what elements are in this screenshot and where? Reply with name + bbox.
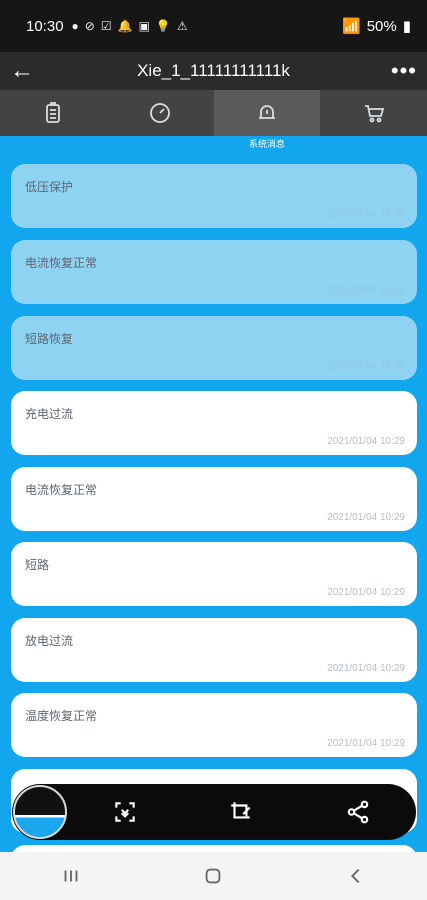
message-card[interactable]: 短路 2021/01/04 10:29 [11,542,417,606]
recent-apps-button[interactable] [41,856,101,896]
tab-active-label: 系统消息 [248,139,285,149]
recent-apps-icon [64,870,78,882]
share-icon [347,800,369,824]
message-time: 2021/01/04 10:29 [327,512,405,523]
message-title: 低压保护 [25,180,74,194]
tab-battery[interactable] [0,90,107,136]
message-time: 2021/01/04 10:30 [327,285,405,296]
status-bar: 10:30 ● ⊘ ☑ 🔔 ▣ 💡 ⚠ 📶 50% ▮ [0,0,427,52]
alarm-bell-icon [258,105,275,119]
message-time: 2021/01/04 10:30 [327,209,405,220]
tab-dashboard[interactable] [107,90,214,136]
screenshot-toolbar [12,784,416,840]
battery-tab-icon [46,102,61,123]
battery-icon: ▮ [402,18,411,35]
system-nav-bar [0,852,427,900]
message-time: 2021/01/04 10:29 [327,663,405,674]
message-title: 温度恢复正常 [25,709,98,723]
more-icon[interactable]: ••• [383,58,417,84]
blocked-icon: ⊘ [84,19,95,33]
screenshot-thumbnail[interactable] [13,785,67,839]
checkbox-icon: ☑ [100,19,112,33]
message-card[interactable]: 充电过流 2021/01/04 10:29 [11,391,417,455]
gauge-icon [150,103,171,123]
message-title: 充电过流 [25,407,74,421]
battery-percent: 50% [366,17,397,35]
message-card[interactable]: 电流恢复正常 2021/01/04 10:29 [11,467,417,531]
back-icon[interactable]: ← [10,57,44,85]
share-button[interactable] [300,799,416,825]
message-title: 短路 [25,558,50,572]
tab-system-messages[interactable] [213,90,321,136]
home-icon [206,868,221,884]
status-right: 📶 50% ▮ [342,17,411,36]
app-bar: ← Xie_1_11111111111k ••• [0,52,427,90]
status-time: 10:30 [26,17,64,35]
back-nav-icon [350,868,360,884]
message-time: 2021/01/04 10:29 [327,436,405,447]
crop-edit-icon [231,802,251,819]
message-title: 短路恢复 [25,332,74,346]
scroll-capture-icon [115,802,135,822]
cart-icon [364,105,384,123]
message-title: 放电过流 [25,634,74,648]
crop-edit-button[interactable] [183,799,299,825]
notification-icons: ● ⊘ ☑ 🔔 ▣ 💡 ⚠ [72,19,188,33]
message-list: 低压保护 2021/01/04 10:30 电流恢复正常 2021/01/04 … [0,151,427,852]
tab-bar [0,90,427,136]
message-time: 2021/01/04 10:29 [327,738,405,749]
tab-cart[interactable] [320,90,427,136]
bulb-icon: 💡 [155,19,171,33]
message-card[interactable]: 短路恢复 2021/01/04 10:30 [11,316,417,380]
message-card-partial[interactable] [11,845,417,852]
message-card[interactable]: 电流恢复正常 2021/01/04 10:30 [11,240,417,304]
message-time: 2021/01/04 10:30 [327,361,405,372]
message-card[interactable]: 温度恢复正常 2021/01/04 10:29 [11,693,417,757]
wifi-icon: 📶 [342,18,361,35]
app-title: Xie_1_11111111111k [137,61,290,80]
warning-icon: ⚠ [176,19,188,33]
qq-icon: ● [71,19,79,33]
bell-icon: 🔔 [117,19,133,33]
image-icon: ▣ [138,19,150,33]
message-card[interactable]: 低压保护 2021/01/04 10:30 [11,164,417,228]
message-time: 2021/01/04 10:29 [327,587,405,598]
message-title: 电流恢复正常 [25,256,98,270]
message-card[interactable]: 放电过流 2021/01/04 10:29 [11,618,417,682]
message-title: 电流恢复正常 [25,483,98,497]
home-button[interactable] [183,856,243,896]
scroll-capture-button[interactable] [67,799,183,825]
back-nav-button[interactable] [326,856,386,896]
